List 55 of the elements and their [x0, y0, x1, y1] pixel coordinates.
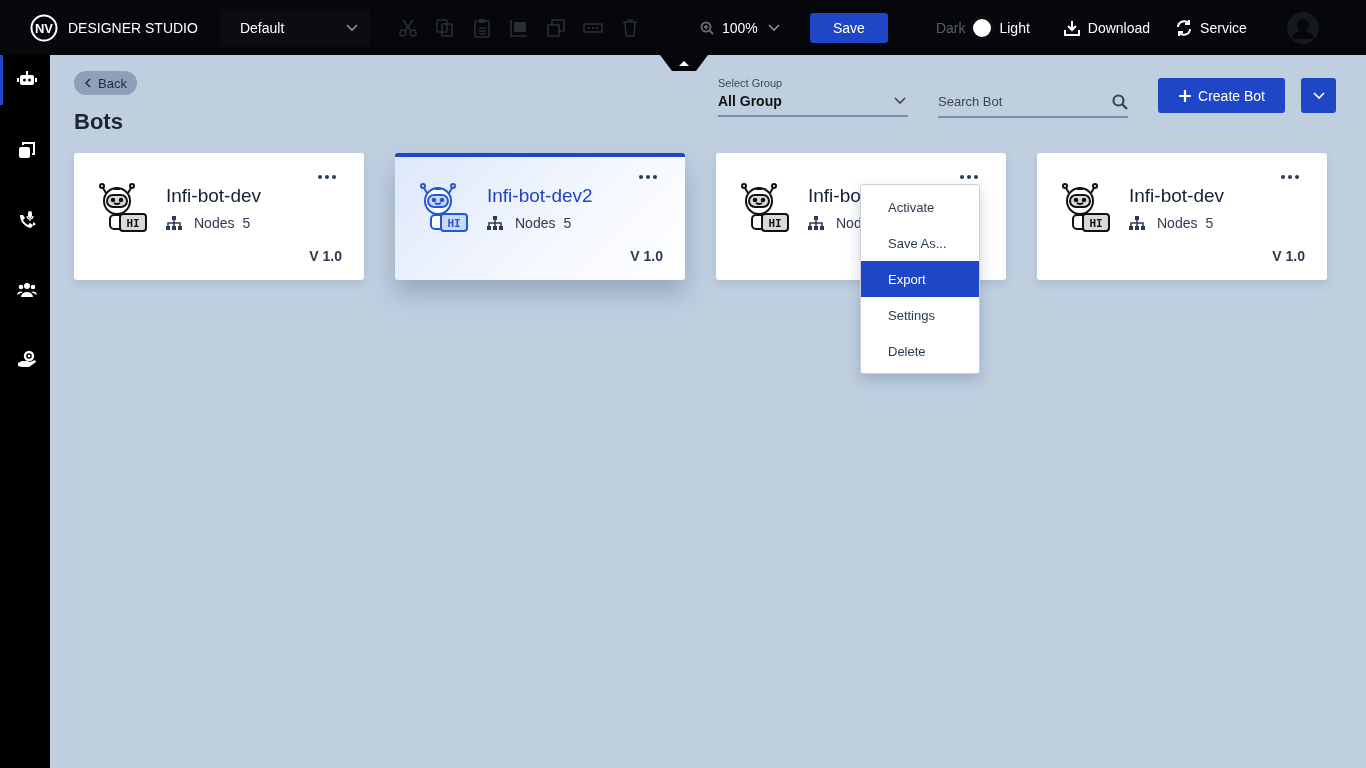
refresh-icon	[1176, 19, 1193, 36]
hierarchy-icon	[166, 216, 182, 230]
field-label: Select Group	[718, 77, 784, 89]
nodes-count: 5	[1205, 215, 1214, 231]
bot-name: Infi-bot-dev2	[487, 185, 593, 207]
group-select[interactable]: Select Group All Group	[718, 77, 908, 117]
back-button[interactable]: Back	[74, 71, 137, 95]
more-options-button[interactable]	[1301, 78, 1336, 113]
more-dots-icon[interactable]	[318, 175, 336, 179]
zoom-dropdown[interactable]: 100%	[699, 19, 790, 36]
create-bot-button[interactable]: Create Bot	[1158, 78, 1285, 113]
hand-gear-icon	[16, 350, 37, 370]
nodes-label: Nodes	[1157, 215, 1198, 231]
zoom-in-icon	[699, 20, 714, 35]
nodes-label: Nodes	[194, 215, 235, 231]
menu-item[interactable]: Activate	[861, 189, 979, 225]
download-icon	[1063, 19, 1080, 36]
version-label: V 1.0	[630, 248, 663, 264]
hierarchy-icon	[808, 216, 824, 230]
plus-icon	[1178, 88, 1193, 103]
menu-item[interactable]: Export	[861, 261, 979, 297]
service-button[interactable]: Service	[1176, 19, 1247, 36]
theme-option[interactable]: Light	[999, 19, 1030, 36]
bot-card[interactable]: HI Infi-bot-dev Nodes 5 V 1.0	[1037, 153, 1327, 280]
collapse-tab-icon[interactable]	[660, 55, 708, 71]
menu-item[interactable]: Delete	[861, 333, 979, 369]
stacked-cards-icon	[16, 140, 37, 160]
bot-name: Infi-bo	[808, 185, 862, 207]
toggle-knob[interactable]	[973, 18, 992, 37]
bot-card[interactable]: HI Infi-bot-dev2 Nodes 5 V 1.0	[395, 153, 685, 280]
version-label: V 1.0	[1272, 248, 1305, 264]
save-button[interactable]: Save	[809, 12, 888, 43]
menu-item[interactable]: Save As...	[861, 225, 979, 261]
people-group-icon	[16, 280, 37, 300]
workspace-dropdown[interactable]: Default	[219, 8, 370, 47]
more-dots-icon[interactable]	[1281, 175, 1299, 179]
search-field[interactable]: Search Bot	[938, 86, 1128, 118]
chevron-left-icon	[84, 78, 92, 88]
search-icon	[1112, 94, 1128, 110]
bot-card[interactable]: HI Infi-bot-dev Nodes 5 V 1.0	[74, 153, 364, 280]
menu-item[interactable]: Settings	[861, 297, 979, 333]
nodes-label: Nodes	[515, 215, 556, 231]
download-button[interactable]: Download	[1063, 19, 1151, 36]
hierarchy-icon	[487, 216, 503, 230]
app-title: DESIGNER STUDIO	[68, 19, 198, 36]
version-label: V 1.0	[309, 248, 342, 264]
nodes-count: 5	[242, 215, 251, 231]
more-dots-icon[interactable]	[639, 175, 657, 179]
more-dots-icon[interactable]	[960, 175, 978, 179]
nodes-count: 5	[563, 215, 572, 231]
bot-name: Infi-bot-dev	[166, 185, 262, 207]
bot-name: Infi-bot-dev	[1129, 185, 1225, 207]
page-title: Bots	[74, 109, 123, 135]
hierarchy-icon	[1129, 216, 1145, 230]
logo-icon: NV	[30, 13, 58, 42]
